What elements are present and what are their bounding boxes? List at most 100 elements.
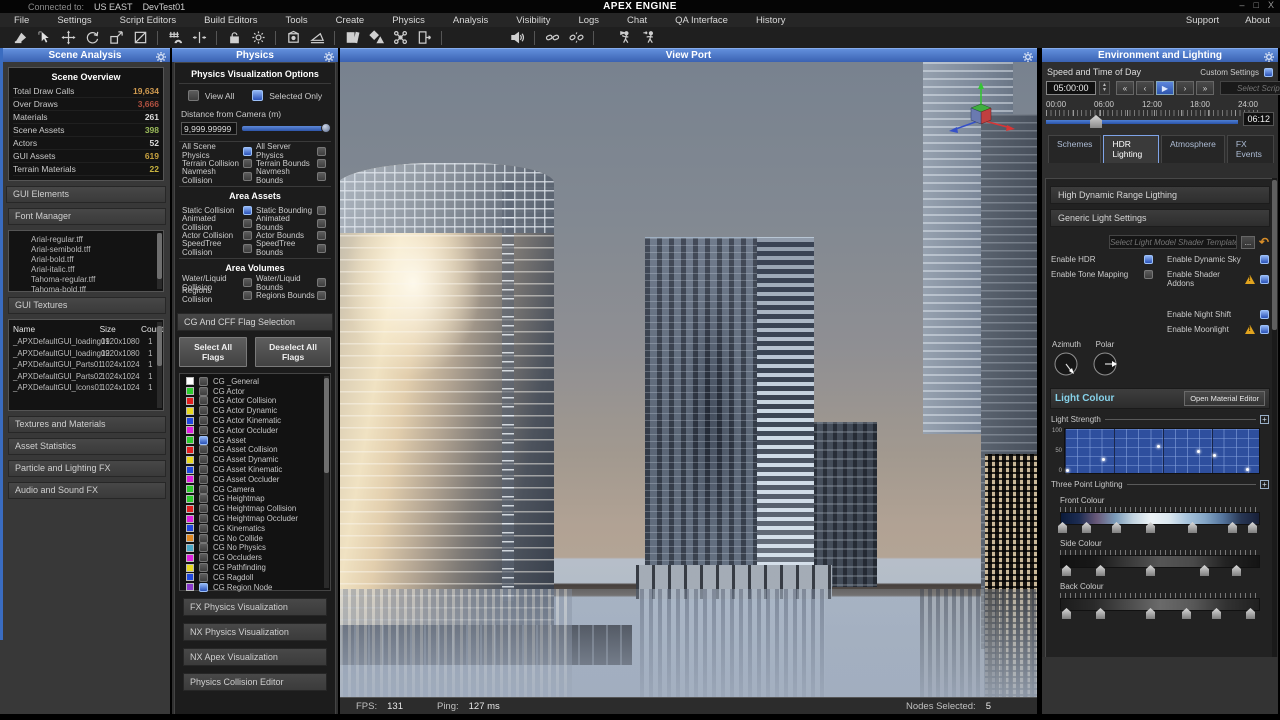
- section-gui-textures[interactable]: GUI Textures: [8, 297, 166, 314]
- scale-icon[interactable]: [104, 29, 128, 46]
- flag-list-scrollbar[interactable]: [324, 376, 329, 588]
- menu-history[interactable]: History: [742, 15, 800, 26]
- checkbox[interactable]: [1260, 255, 1269, 264]
- flag-checkbox[interactable]: [199, 416, 208, 425]
- checkbox[interactable]: [243, 172, 252, 181]
- open-material-editor-button[interactable]: Open Material Editor: [1184, 391, 1265, 406]
- gradient-handle[interactable]: [1062, 608, 1071, 619]
- exit-door-icon[interactable]: [412, 29, 436, 46]
- collapsed-section-physics-collision-editor[interactable]: Physics Collision Editor: [183, 673, 327, 691]
- tab-schemes[interactable]: Schemes: [1048, 135, 1101, 163]
- rotate-icon[interactable]: [80, 29, 104, 46]
- collapsed-section-asset-statistics[interactable]: Asset Statistics: [8, 438, 166, 455]
- checkbox[interactable]: [243, 291, 252, 300]
- flag-row[interactable]: CG Pathfinding: [186, 563, 328, 573]
- flag-checkbox[interactable]: [199, 426, 208, 435]
- collapsed-section-nx-apex-visualization[interactable]: NX Apex Visualization: [183, 648, 327, 666]
- distance-slider[interactable]: [242, 126, 329, 131]
- menu-chat[interactable]: Chat: [613, 15, 661, 26]
- menu-file[interactable]: File: [0, 15, 43, 26]
- gradient-handle[interactable]: [1146, 522, 1155, 533]
- gradient-handle[interactable]: [1082, 522, 1091, 533]
- link-icon[interactable]: [540, 29, 564, 46]
- gradient-handle[interactable]: [1228, 522, 1237, 533]
- gradient-handle[interactable]: [1112, 522, 1121, 533]
- section-gui-elements[interactable]: GUI Elements: [6, 186, 166, 203]
- crop-icon[interactable]: [128, 29, 152, 46]
- checkbox[interactable]: [317, 147, 326, 156]
- flag-row[interactable]: CG Occluders: [186, 553, 328, 563]
- select-icon[interactable]: [32, 29, 56, 46]
- flag-checkbox[interactable]: [199, 387, 208, 396]
- flag-row[interactable]: CG Asset Dynamic: [186, 455, 328, 465]
- node-graph-icon[interactable]: [388, 29, 412, 46]
- flag-row[interactable]: CG Actor Dynamic: [186, 406, 328, 416]
- browse-shader-button[interactable]: ...: [1241, 236, 1255, 249]
- shader-template-input[interactable]: [1109, 235, 1237, 249]
- hdr-section-header[interactable]: High Dynamic Range Ligthing: [1050, 186, 1270, 204]
- menu-support[interactable]: Support: [1186, 15, 1219, 26]
- flag-checkbox[interactable]: [199, 563, 208, 572]
- checkbox[interactable]: [317, 278, 326, 287]
- speaker-icon[interactable]: [505, 29, 529, 46]
- gradient-handle[interactable]: [1146, 565, 1155, 576]
- custom-settings-checkbox[interactable]: [1264, 68, 1273, 77]
- expand-light-strength-icon[interactable]: +: [1260, 415, 1269, 424]
- flag-row[interactable]: CG Asset Occluder: [186, 474, 328, 484]
- flag-row[interactable]: CG Actor Kinematic: [186, 416, 328, 426]
- books-icon[interactable]: [340, 29, 364, 46]
- align-icon[interactable]: [187, 29, 211, 46]
- menu-tools[interactable]: Tools: [271, 15, 321, 26]
- flag-checkbox[interactable]: [199, 455, 208, 464]
- flag-checkbox[interactable]: [199, 475, 208, 484]
- menu-analysis[interactable]: Analysis: [439, 15, 502, 26]
- stamp-icon[interactable]: [8, 29, 32, 46]
- maximize-button[interactable]: □: [1254, 0, 1259, 10]
- flag-checkbox[interactable]: [199, 436, 208, 445]
- flag-checkbox[interactable]: [199, 377, 208, 386]
- checkbox[interactable]: [317, 206, 326, 215]
- flag-checkbox[interactable]: [199, 573, 208, 582]
- polar-dial[interactable]: [1091, 350, 1119, 378]
- environment-header[interactable]: Environment and Lighting: [1042, 48, 1278, 62]
- flag-checkbox[interactable]: [199, 514, 208, 523]
- viewport-3d-scene[interactable]: [340, 62, 1037, 697]
- checkbox[interactable]: [317, 219, 326, 228]
- checkbox[interactable]: [1260, 325, 1269, 334]
- view-all-checkbox[interactable]: [188, 90, 199, 101]
- menu-qa-interface[interactable]: QA Interface: [661, 15, 742, 26]
- menu-logs[interactable]: Logs: [564, 15, 613, 26]
- environment-scrollbar[interactable]: [1272, 178, 1277, 703]
- selected-only-checkbox[interactable]: [252, 90, 263, 101]
- flag-row[interactable]: CG Heightmap Collision: [186, 504, 328, 514]
- tab-hdr-lighting[interactable]: HDR Lighting: [1103, 135, 1159, 163]
- time-of-day-input[interactable]: [1046, 81, 1096, 95]
- flag-checkbox[interactable]: [199, 494, 208, 503]
- flag-checkbox[interactable]: [199, 485, 208, 494]
- checkbox[interactable]: [243, 206, 252, 215]
- flag-checkbox[interactable]: [199, 583, 208, 592]
- flag-row[interactable]: CG No Collide: [186, 533, 328, 543]
- flag-checkbox[interactable]: [199, 534, 208, 543]
- distance-value-input[interactable]: [181, 122, 237, 135]
- deselect-all-flags-button[interactable]: Deselect All Flags: [255, 337, 331, 367]
- flag-row[interactable]: CG Kinematics: [186, 523, 328, 533]
- flag-row[interactable]: CG Heightmap Occluder: [186, 514, 328, 524]
- flag-checkbox[interactable]: [199, 543, 208, 552]
- flag-row[interactable]: CG Ragdoll: [186, 572, 328, 582]
- checkbox[interactable]: [243, 219, 252, 228]
- texture-table-row[interactable]: _APXDefaultGUI_Parts011024x10241: [13, 359, 159, 371]
- checkbox[interactable]: [317, 244, 326, 253]
- close-button[interactable]: X: [1268, 0, 1274, 10]
- physics-header[interactable]: Physics: [172, 48, 338, 62]
- select-script-input[interactable]: [1220, 81, 1280, 95]
- time-spinner[interactable]: ▲▼: [1099, 81, 1110, 95]
- font-list-scrollbar[interactable]: [157, 233, 162, 289]
- checkbox[interactable]: [243, 159, 252, 168]
- gradient-handle[interactable]: [1058, 522, 1067, 533]
- checkbox[interactable]: [243, 231, 252, 240]
- link-broken-icon[interactable]: [564, 29, 588, 46]
- checkbox[interactable]: [317, 159, 326, 168]
- checkbox[interactable]: [243, 278, 252, 287]
- box-pin-icon[interactable]: [281, 29, 305, 46]
